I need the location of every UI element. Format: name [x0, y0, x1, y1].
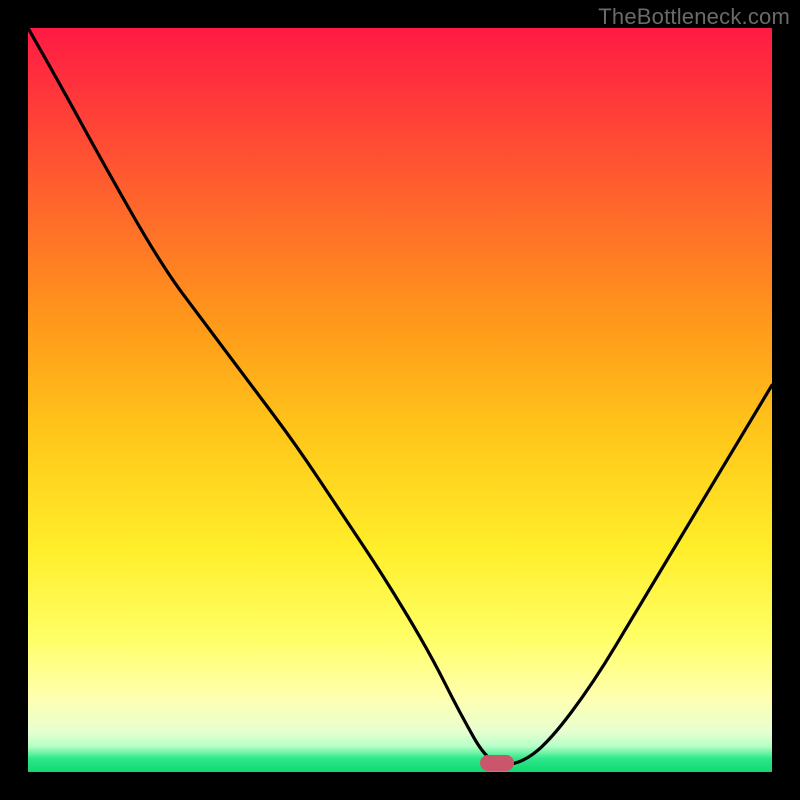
bottleneck-curve	[28, 28, 772, 772]
optimal-point-marker	[480, 755, 514, 771]
plot-area	[28, 28, 772, 772]
attribution-text: TheBottleneck.com	[598, 4, 790, 30]
chart-frame: TheBottleneck.com	[0, 0, 800, 800]
